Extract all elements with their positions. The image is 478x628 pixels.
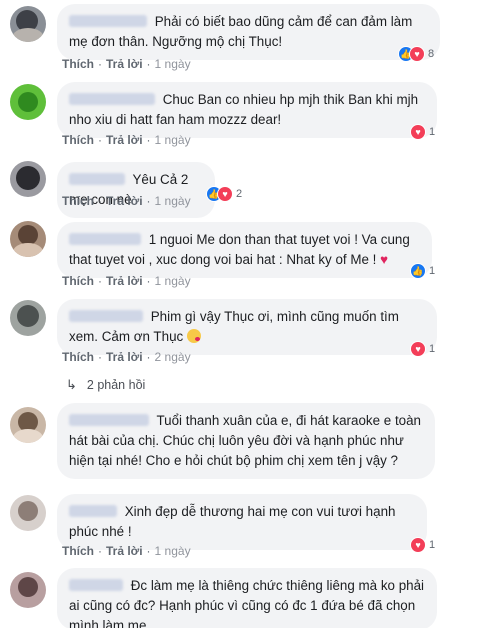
comment-bubble: 1 nguoi Me don than that tuyet voi ! Va … <box>57 222 432 278</box>
avatar[interactable] <box>10 572 46 608</box>
reaction-count: 8 <box>428 48 435 60</box>
replies-count-label[interactable]: 2 phản hồi <box>87 378 145 392</box>
comment-bubble: Tuổi thanh xuân của e, đi hát karaoke e … <box>57 403 435 479</box>
reply-link[interactable]: Trả lời <box>106 57 143 71</box>
like-link[interactable]: Thích <box>62 133 94 147</box>
avatar[interactable] <box>10 300 46 336</box>
reaction-count: 2 <box>236 188 243 200</box>
reaction-count: 1 <box>429 343 436 355</box>
comment-text: Xinh đẹp dễ thương hai mẹ con vui tươi h… <box>69 504 396 539</box>
kiss-emoji-icon <box>186 329 201 343</box>
timestamp[interactable]: 1 ngày <box>155 57 191 71</box>
timestamp[interactable]: 1 ngày <box>155 544 191 558</box>
reaction-summary[interactable]: ♥ 1 <box>410 124 435 140</box>
reply-link[interactable]: Trả lời <box>106 194 143 208</box>
reaction-summary[interactable]: ♥ 1 <box>410 341 435 357</box>
reaction-count: 1 <box>429 265 436 277</box>
love-reaction-icon: ♥ <box>410 124 426 140</box>
reply-link[interactable]: Trả lời <box>106 133 143 147</box>
avatar[interactable] <box>10 407 46 443</box>
like-link[interactable]: Thích <box>62 544 94 558</box>
like-link[interactable]: Thích <box>62 350 94 364</box>
commenter-name[interactable] <box>69 15 147 27</box>
comment-bubble: Phải có biết bao dũng cảm để can đảm làm… <box>57 4 440 60</box>
reply-arrow-icon: ↳ <box>66 377 77 392</box>
commenter-name[interactable] <box>69 579 123 591</box>
like-link[interactable]: Thích <box>62 194 94 208</box>
heart-emoji: ♥ <box>380 252 389 267</box>
timestamp[interactable]: 1 ngày <box>155 133 191 147</box>
like-link[interactable]: Thích <box>62 274 94 288</box>
view-replies-link[interactable]: ↳ 2 phản hồi <box>66 377 145 393</box>
love-reaction-icon: ♥ <box>410 341 426 357</box>
reaction-count: 1 <box>429 539 436 551</box>
comment-actions: Thích · Trả lời · 1 ngày <box>62 544 191 558</box>
reaction-summary[interactable]: 👍 1 <box>410 263 435 279</box>
comment-actions: Thích · Trả lời · 2 ngày <box>62 350 191 364</box>
comment-bubble: Đc làm mẹ là thiêng chức thiêng liêng mà… <box>57 568 437 628</box>
avatar[interactable] <box>10 6 46 42</box>
commenter-name[interactable] <box>69 173 125 185</box>
commenter-name[interactable] <box>69 505 117 517</box>
comment-bubble: Chuc Ban co nhieu hp mjh thik Ban khi mj… <box>57 82 437 138</box>
avatar[interactable] <box>10 84 46 120</box>
reaction-count: 1 <box>429 126 436 138</box>
love-reaction-icon: ♥ <box>410 537 426 553</box>
timestamp[interactable]: 1 ngày <box>155 194 191 208</box>
comment-bubble: Yêu Cả 2 mẹ con nè <box>57 162 215 218</box>
commenter-name[interactable] <box>69 310 143 322</box>
timestamp[interactable]: 2 ngày <box>155 350 191 364</box>
commenter-name[interactable] <box>69 233 141 245</box>
comment-actions: Thích · Trả lời · 1 ngày <box>62 194 191 208</box>
like-link[interactable]: Thích <box>62 57 94 71</box>
like-reaction-icon: 👍 <box>410 263 426 279</box>
commenter-name[interactable] <box>69 93 155 105</box>
comment-bubble: Phim gì vậy Thục ơi, mình cũng muốn tìm … <box>57 299 437 355</box>
comment-actions: Thích · Trả lời · 1 ngày <box>62 133 191 147</box>
love-reaction-icon: ♥ <box>409 46 425 62</box>
timestamp[interactable]: 1 ngày <box>155 274 191 288</box>
comment-actions: Thích · Trả lời · 1 ngày <box>62 274 191 288</box>
reply-link[interactable]: Trả lời <box>106 544 143 558</box>
reaction-summary[interactable]: 👍 ♥ 8 <box>398 46 434 62</box>
commenter-name[interactable] <box>69 414 149 426</box>
avatar[interactable] <box>10 221 46 257</box>
love-reaction-icon: ♥ <box>217 186 233 202</box>
comment-actions: Thích · Trả lời · 1 ngày <box>62 57 191 71</box>
reply-link[interactable]: Trả lời <box>106 350 143 364</box>
reaction-summary[interactable]: ♥ 1 <box>410 537 435 553</box>
avatar[interactable] <box>10 161 46 197</box>
reply-link[interactable]: Trả lời <box>106 274 143 288</box>
comment-bubble: Xinh đẹp dễ thương hai mẹ con vui tươi h… <box>57 494 427 550</box>
reaction-summary[interactable]: 👍 ♥ 2 <box>206 186 242 202</box>
avatar[interactable] <box>10 495 46 531</box>
